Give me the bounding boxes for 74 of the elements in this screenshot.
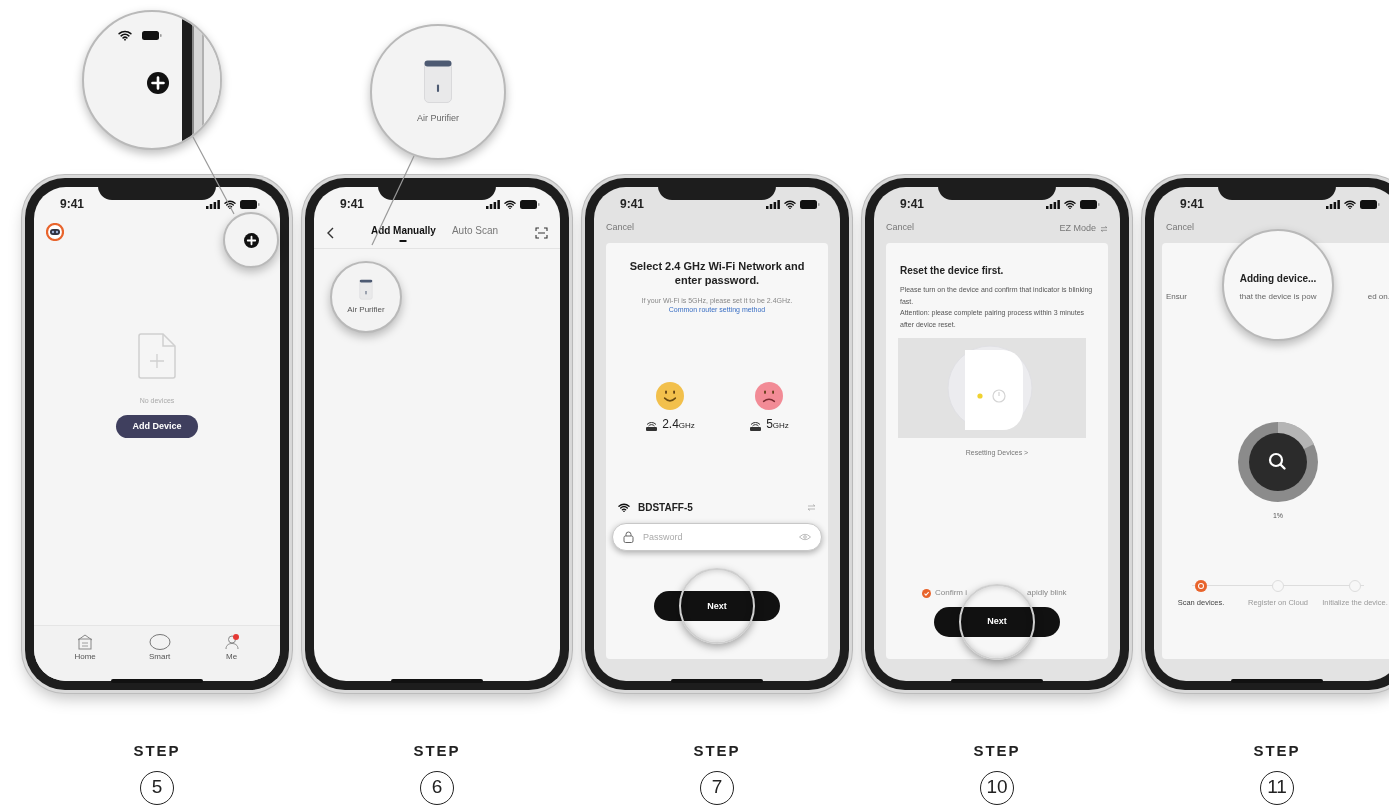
scan-icon[interactable] <box>535 226 548 239</box>
battery-icon <box>520 199 540 209</box>
battery-icon <box>142 31 162 40</box>
router-icon <box>749 422 763 433</box>
step-label: STEP <box>413 741 461 761</box>
signal-icon <box>206 199 220 209</box>
battery-icon <box>1080 199 1100 209</box>
battery-icon <box>240 199 260 209</box>
tab-label[interactable]: Me <box>225 651 238 663</box>
back-icon[interactable] <box>326 226 334 239</box>
signal-icon <box>1326 199 1340 209</box>
next-button[interactable]: Next <box>654 591 780 622</box>
confirm-label: apidly blink <box>1027 587 1067 599</box>
status-time: 9:41 <box>1180 196 1205 213</box>
air-purifier-icon <box>359 278 373 300</box>
lock-icon <box>623 531 634 544</box>
wifi-icon <box>618 503 630 513</box>
smiley-face-icon <box>656 382 684 411</box>
device-label: Air Purifier <box>417 111 459 125</box>
next-button[interactable]: Next <box>934 607 1060 637</box>
status-time: 9:41 <box>900 196 925 213</box>
add-device-button[interactable]: Add Device <box>116 414 198 438</box>
cancel-link[interactable]: Cancel <box>886 221 914 237</box>
wifi-icon <box>1064 199 1076 209</box>
tab[interactable]: Add Manually <box>370 223 436 242</box>
step-label: STEP <box>133 741 181 761</box>
signal-icon <box>1046 199 1060 209</box>
battery-icon <box>1360 199 1380 209</box>
screen-title: Reset the device first. <box>900 264 1005 278</box>
status-time: 9:41 <box>620 196 645 213</box>
subtitle-text: Ensur <box>1166 291 1187 303</box>
checkbox-icon[interactable] <box>922 588 931 598</box>
wifi-icon <box>224 199 236 209</box>
eye-icon[interactable] <box>799 533 811 541</box>
status-time: 9:41 <box>340 196 365 213</box>
person-icon[interactable] <box>223 634 240 650</box>
subtitle-text: ed on. <box>1367 291 1389 303</box>
battery-icon <box>800 199 820 209</box>
network-name: BDSTAFF-5 <box>638 501 693 516</box>
step-label: STEP <box>693 741 741 761</box>
tab-label[interactable]: Smart <box>149 651 171 663</box>
step-label: STEP <box>1253 741 1301 761</box>
subtitle-text: that the device is pow <box>1239 291 1317 303</box>
status-time: 9:41 <box>60 196 85 213</box>
tab-label[interactable]: Home <box>74 651 96 663</box>
wifi-icon <box>784 199 796 209</box>
signal-icon <box>766 199 780 209</box>
logo-icon <box>46 223 64 241</box>
password-field[interactable]: Password <box>612 523 822 552</box>
arrows-icon[interactable] <box>1100 226 1108 232</box>
wifi-icon <box>118 30 132 41</box>
step-label: STEP <box>973 741 1021 761</box>
band-label: 2.4GHz <box>662 418 695 433</box>
screen-title: Adding device... <box>1239 272 1317 286</box>
screen-title: Select 2.4 GHz Wi-Fi Network and enter password. <box>628 259 806 288</box>
tab[interactable]: Auto Scan <box>451 223 499 242</box>
air-purifier-icon <box>423 58 453 104</box>
cancel-link[interactable]: Cancel <box>1166 221 1194 237</box>
confirm-label: Confirm i <box>935 587 967 599</box>
device-tile[interactable]: Air Purifier <box>330 261 402 333</box>
add-icon[interactable] <box>243 232 259 248</box>
sad-face-icon <box>755 382 783 411</box>
wifi-icon <box>504 199 516 209</box>
wifi-icon <box>1344 199 1356 209</box>
switch-icon[interactable] <box>807 504 816 512</box>
device-label: Air Purifier <box>347 303 385 316</box>
router-icon <box>645 422 659 433</box>
mode-link[interactable]: EZ Mode <box>1059 222 1096 236</box>
add-icon[interactable] <box>147 72 169 94</box>
home-icon[interactable] <box>77 634 94 650</box>
add-document-icon <box>137 332 177 380</box>
cancel-link[interactable]: Cancel <box>606 221 634 237</box>
band-label: 5GHz <box>766 418 789 433</box>
signal-icon <box>486 199 500 209</box>
